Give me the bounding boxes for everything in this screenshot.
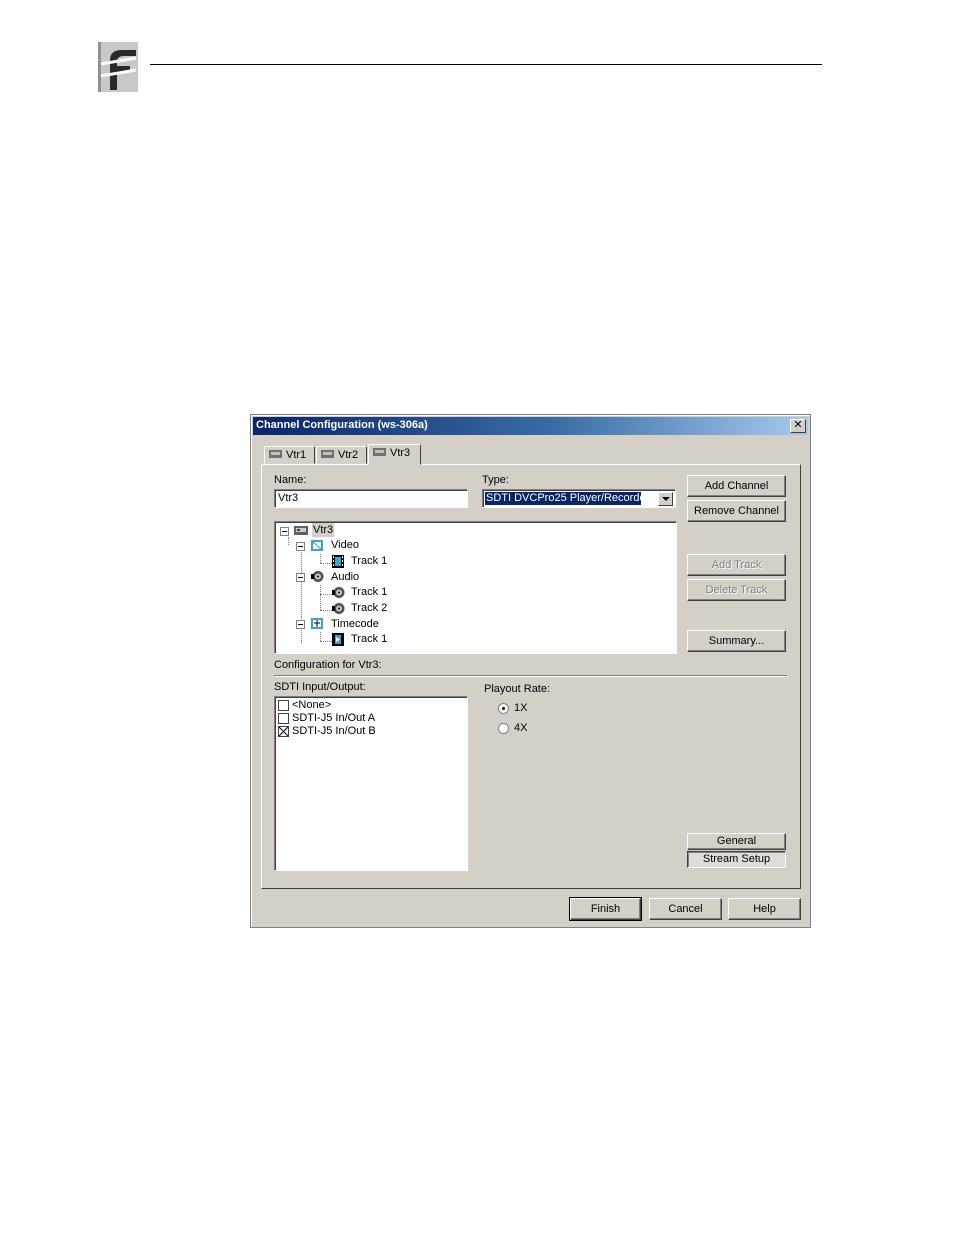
finish-button[interactable]: Finish [569,897,642,921]
playout-rate-4x-radio[interactable] [498,723,509,734]
sdti-item-label: <None> [292,699,332,711]
sdti-label: SDTI Input/Output: [274,681,366,693]
tree-node-timecode-track1[interactable]: Track 1 [351,632,387,646]
collapse-toggle[interactable] [280,527,289,536]
timecode-track-icon [332,633,344,646]
collapse-toggle[interactable] [296,542,305,551]
vtr-icon [294,526,308,535]
type-select-value: SDTI DVCPro25 Player/Recorder [485,492,641,505]
tree-node-audio-track1[interactable]: Track 1 [351,585,387,599]
film-icon [332,555,344,568]
sdti-list[interactable]: <None> SDTI-J5 In/Out A SDTI-J5 In/Out B [274,696,468,871]
add-channel-button[interactable]: Add Channel [687,475,786,497]
company-logo [96,40,138,94]
stream-setup-button[interactable]: Stream Setup [687,851,786,868]
summary-button[interactable]: Summary... [687,630,786,652]
collapse-toggle[interactable] [296,620,305,629]
cancel-button[interactable]: Cancel [649,898,722,920]
tree-node-audio[interactable]: Audio [331,570,359,584]
channel-configuration-dialog: Channel Configuration (ws-306a) ✕ Vtr1 V… [250,414,811,928]
collapse-toggle[interactable] [296,573,305,582]
configuration-label: Configuration for Vtr3: [274,659,382,671]
video-icon [311,540,323,551]
tree-node-timecode[interactable]: Timecode [331,617,379,631]
sdti-item-label: SDTI-J5 In/Out B [292,725,376,737]
tab-vtr2[interactable]: Vtr2 [316,446,367,464]
name-label: Name: [274,474,307,486]
speaker-icon [332,603,345,614]
speaker-icon [332,587,345,598]
remove-channel-button[interactable]: Remove Channel [687,500,786,522]
playout-rate-1x-label: 1X [514,702,528,714]
channel-tree[interactable]: Vtr3 Video Track 1 Audio Track 1 Track 2… [274,521,677,654]
tab-vtr1[interactable]: Vtr1 [264,446,315,464]
vtr-icon [373,448,386,456]
tree-node-audio-track2[interactable]: Track 2 [351,601,387,615]
title-bar[interactable]: Channel Configuration (ws-306a) ✕ [253,417,808,435]
timecode-icon [311,618,323,629]
vtr-icon [321,450,334,458]
general-button[interactable]: General [687,833,786,850]
add-track-button[interactable]: Add Track [687,554,786,576]
sdti-checkbox-none[interactable] [278,700,289,711]
playout-rate-label: Playout Rate: [484,683,551,695]
tab-label: Vtr2 [338,449,359,461]
header-rule [150,64,822,65]
speaker-icon [311,571,324,582]
dialog-title: Channel Configuration (ws-306a) [256,419,428,431]
chevron-down-icon[interactable] [658,492,673,506]
type-select[interactable]: SDTI DVCPro25 Player/Recorder [482,489,676,508]
section-divider [274,675,787,676]
type-label: Type: [482,474,509,486]
check-mark-icon [279,727,288,736]
tab-label: Vtr3 [390,447,411,459]
sdti-checkbox-b[interactable] [278,726,289,737]
playout-rate-1x-radio[interactable] [498,703,509,714]
delete-track-button[interactable]: Delete Track [687,579,786,601]
close-button[interactable]: ✕ [790,419,806,433]
vtr-icon [269,450,282,458]
tab-label: Vtr1 [286,449,307,461]
tab-vtr3[interactable]: Vtr3 [368,444,421,465]
help-button[interactable]: Help [728,898,801,920]
playout-rate-4x-label: 4X [514,722,528,734]
sdti-checkbox-a[interactable] [278,713,289,724]
sdti-item-label: SDTI-J5 In/Out A [292,712,376,724]
name-input[interactable]: Vtr3 [274,489,468,508]
tree-node-root[interactable]: Vtr3 [312,523,335,537]
tree-node-video-track1[interactable]: Track 1 [351,554,387,568]
tree-node-video[interactable]: Video [331,538,359,552]
